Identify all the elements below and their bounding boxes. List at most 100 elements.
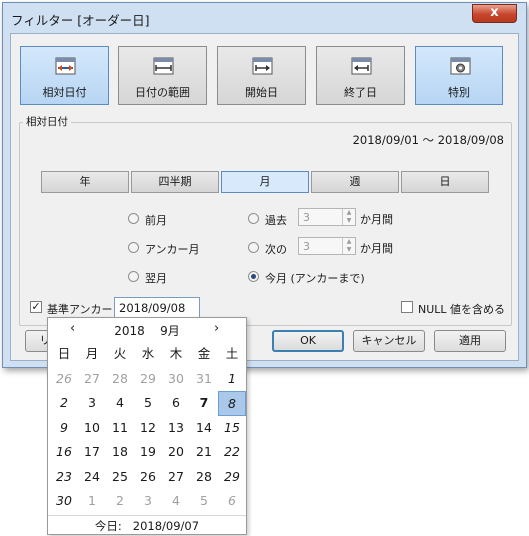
day-cell[interactable]: 12: [134, 416, 162, 441]
day-cell[interactable]: 27: [78, 367, 106, 392]
mode-relative-date-button[interactable]: 相対日付: [20, 46, 109, 105]
stepper-up-icon[interactable]: ▲: [342, 238, 355, 246]
today-link[interactable]: 今日: 2018/09/07: [48, 515, 246, 536]
day-cell[interactable]: 30: [50, 489, 78, 514]
day-cell[interactable]: 26: [134, 465, 162, 490]
stepper-down-icon[interactable]: ▼: [342, 246, 355, 254]
day-cell[interactable]: 4: [106, 391, 134, 416]
tab-quarter[interactable]: 四半期: [131, 171, 219, 193]
day-cell[interactable]: 6: [162, 391, 190, 416]
radio-circle-selected[interactable]: [248, 271, 259, 282]
radio-label: 翌月: [145, 272, 167, 285]
tab-month[interactable]: 月: [221, 171, 309, 193]
include-null-label: NULL 値を含める: [418, 303, 506, 316]
day-cell[interactable]: 19: [134, 440, 162, 465]
day-cell[interactable]: 29: [134, 367, 162, 392]
mode-label: 開始日: [245, 86, 278, 99]
day-cell[interactable]: 16: [50, 440, 78, 465]
day-cell[interactable]: 15: [218, 416, 246, 441]
day-cell[interactable]: 28: [106, 367, 134, 392]
next-month-icon[interactable]: ›: [214, 321, 219, 336]
day-cell[interactable]: 18: [106, 440, 134, 465]
weekday-header: 月: [85, 346, 99, 361]
day-cell[interactable]: 14: [190, 416, 218, 441]
day-cell[interactable]: 17: [78, 440, 106, 465]
day-cell[interactable]: 30: [162, 367, 190, 392]
group-title: 相対日付: [23, 114, 71, 129]
include-null-checkbox[interactable]: [401, 301, 413, 313]
day-cell[interactable]: 2: [50, 391, 78, 416]
week-row: 30 1 2 3 4 5 6: [50, 489, 246, 514]
day-cell[interactable]: 20: [162, 440, 190, 465]
day-cell-selected[interactable]: 8: [218, 391, 246, 416]
day-cell[interactable]: 5: [190, 489, 218, 514]
day-cell[interactable]: 5: [134, 391, 162, 416]
day-cell[interactable]: 13: [162, 416, 190, 441]
mode-start-date-button[interactable]: 開始日: [217, 46, 306, 105]
week-row: 9 10 11 12 13 14 15: [50, 416, 246, 441]
calendar-grid: 日 月 火 水 木 金 土 26 27 28 29 30 31 1 2 3 4 …: [50, 342, 246, 514]
day-cell[interactable]: 24: [78, 465, 106, 490]
past-months-stepper[interactable]: 3 ▲ ▼: [298, 208, 356, 226]
dialog-client: 相対日付 日付の範囲 開始日 終了日 特別 相対日付 2018/09/01 〜 …: [10, 33, 519, 361]
weekday-header: 日: [57, 346, 71, 361]
weekday-header: 火: [113, 346, 127, 361]
anchor-date-value: 2018/09/08: [119, 301, 186, 315]
cancel-button[interactable]: キャンセル: [353, 330, 425, 352]
ok-button[interactable]: OK: [272, 330, 344, 352]
stepper-up-icon[interactable]: ▲: [342, 209, 355, 217]
day-cell-today[interactable]: 7: [190, 391, 218, 416]
apply-button[interactable]: 適用: [434, 330, 506, 352]
months-suffix: か月間: [360, 242, 393, 255]
tab-day[interactable]: 日: [401, 171, 489, 193]
radio-circle[interactable]: [128, 242, 139, 253]
day-cell[interactable]: 25: [106, 465, 134, 490]
close-button[interactable]: x: [472, 4, 517, 23]
day-cell[interactable]: 2: [106, 489, 134, 514]
anchor-date-input[interactable]: 2018/09/08: [114, 297, 200, 319]
day-cell[interactable]: 31: [190, 367, 218, 392]
stepper-value: 3: [303, 240, 310, 253]
radio-circle[interactable]: [128, 213, 139, 224]
months-suffix: か月間: [360, 213, 393, 226]
radio-circle[interactable]: [248, 242, 259, 253]
day-cell[interactable]: 1: [218, 367, 246, 392]
weekday-header: 金: [197, 346, 211, 361]
calendar-month: 9月: [160, 324, 180, 338]
anchor-checkbox[interactable]: ✓: [30, 301, 42, 313]
mode-date-range-button[interactable]: 日付の範囲: [118, 46, 207, 105]
day-cell[interactable]: 27: [162, 465, 190, 490]
day-cell[interactable]: 23: [50, 465, 78, 490]
date-picker-popup: ‹ 2018 9月 › 日 月 火 水 木 金 土 26 27 28 29 30…: [47, 317, 247, 535]
mode-label: 相対日付: [42, 86, 87, 99]
day-cell[interactable]: 1: [78, 489, 106, 514]
mode-end-date-button[interactable]: 終了日: [316, 46, 405, 105]
next-months-stepper[interactable]: 3 ▲ ▼: [298, 237, 356, 255]
radio-circle[interactable]: [248, 213, 259, 224]
day-cell[interactable]: 21: [190, 440, 218, 465]
day-cell[interactable]: 26: [50, 367, 78, 392]
day-cell[interactable]: 9: [50, 416, 78, 441]
title-bar[interactable]: フィルター [オーダー日] x: [3, 3, 526, 31]
radio-circle[interactable]: [128, 271, 139, 282]
week-row: 2 3 4 5 6 7 8: [50, 391, 246, 416]
week-row: 16 17 18 19 20 21 22: [50, 440, 246, 465]
close-icon: x: [490, 5, 499, 20]
dialog-title: フィルター [オーダー日]: [11, 13, 150, 28]
day-cell[interactable]: 3: [134, 489, 162, 514]
tab-year[interactable]: 年: [41, 171, 129, 193]
calendar-relative-icon: [55, 57, 76, 75]
day-cell[interactable]: 28: [190, 465, 218, 490]
day-cell[interactable]: 3: [78, 391, 106, 416]
calendar-range-icon: [153, 57, 174, 75]
day-cell[interactable]: 4: [162, 489, 190, 514]
week-row: 26 27 28 29 30 31 1: [50, 367, 246, 392]
tab-week[interactable]: 週: [311, 171, 399, 193]
day-cell[interactable]: 22: [218, 440, 246, 465]
mode-special-button[interactable]: 特別: [415, 46, 503, 105]
stepper-down-icon[interactable]: ▼: [342, 217, 355, 225]
day-cell[interactable]: 6: [218, 489, 246, 514]
day-cell[interactable]: 29: [218, 465, 246, 490]
day-cell[interactable]: 11: [106, 416, 134, 441]
day-cell[interactable]: 10: [78, 416, 106, 441]
